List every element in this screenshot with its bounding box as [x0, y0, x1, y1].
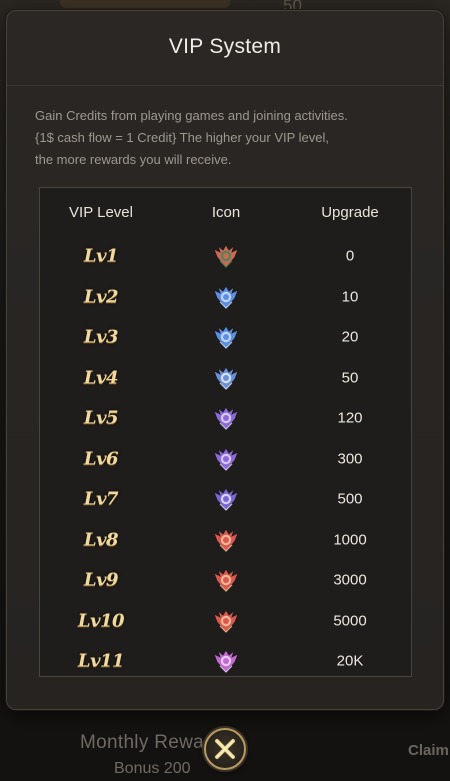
- title-divider: [7, 85, 443, 86]
- table-row: Lv3 20: [40, 317, 411, 357]
- vip-badge-purple-icon: [211, 486, 241, 512]
- background-bonus-label: Bonus 200: [114, 760, 191, 777]
- table-row: Lv5 120: [40, 398, 411, 438]
- description-line: the more rewards you will receive.: [35, 152, 232, 167]
- vip-badge-blue-icon: [211, 365, 241, 391]
- vip-level-label: Lv7: [83, 488, 119, 510]
- vip-badge-pink-icon: [211, 648, 241, 674]
- vip-badge-purple-icon: [211, 446, 241, 472]
- vip-description: Gain Credits from playing games and join…: [35, 105, 425, 171]
- table-row: Lv6 300: [40, 439, 411, 479]
- close-icon: [215, 739, 235, 759]
- description-line: Gain Credits from playing games and join…: [35, 108, 348, 123]
- background-monthly-label: Monthly Rewa: [80, 732, 204, 753]
- vip-badge-blue-icon: [211, 324, 241, 350]
- vip-level-label: Lv2: [83, 286, 119, 307]
- upgrade-value: 300: [337, 450, 363, 467]
- modal-title: VIP System: [168, 35, 282, 58]
- vip-badge-blue-icon: [211, 284, 241, 310]
- header-upgrade: Upgrade: [321, 204, 379, 221]
- upgrade-value: 1000: [333, 531, 367, 548]
- header-vip-level: VIP Level: [69, 204, 133, 221]
- vip-badge-red-icon: [211, 527, 241, 553]
- background-claim-button: Claim: [408, 742, 449, 759]
- table-header: VIP Level Icon Upgrade: [40, 204, 411, 224]
- background-banner: [60, 0, 230, 8]
- vip-badge-bronze-icon: [211, 243, 241, 269]
- table-row: Lv1 0: [40, 236, 411, 276]
- table-row: Lv9 3000: [40, 560, 411, 600]
- vip-level-label: Lv4: [83, 367, 119, 388]
- vip-level-label: Lv5: [83, 407, 119, 429]
- vip-level-label: Lv6: [83, 448, 119, 469]
- table-row: Lv4 50: [40, 358, 411, 398]
- upgrade-value: 20K: [336, 652, 364, 670]
- header-icon: Icon: [211, 204, 241, 221]
- table-row: Lv7 500: [40, 479, 411, 519]
- upgrade-value: 3000: [333, 571, 367, 589]
- upgrade-value: 500: [337, 490, 363, 508]
- vip-badge-purple-icon: [211, 405, 241, 431]
- upgrade-value: 10: [341, 288, 359, 305]
- upgrade-value: 120: [337, 409, 363, 427]
- vip-level-label: Lv10: [77, 610, 125, 631]
- upgrade-value: 0: [345, 247, 355, 265]
- upgrade-value: 50: [341, 369, 359, 386]
- vip-level-label: Lv3: [83, 326, 119, 348]
- table-row: Lv11 20K: [40, 641, 411, 681]
- vip-level-table: VIP Level Icon Upgrade Lv1 0 Lv2 10 Lv3 20 Lv4…: [39, 187, 412, 677]
- table-row: Lv8 1000: [40, 520, 411, 560]
- upgrade-value: 5000: [333, 612, 367, 629]
- close-button[interactable]: [204, 728, 246, 770]
- vip-level-label: Lv11: [77, 650, 125, 672]
- vip-level-label: Lv1: [83, 245, 119, 267]
- vip-system-modal: VIP System Gain Credits from playing gam…: [6, 10, 444, 710]
- vip-level-label: Lv8: [83, 529, 119, 550]
- vip-level-label: Lv9: [83, 569, 119, 591]
- description-line: {1$ cash flow = 1 Credit} The higher you…: [35, 130, 329, 145]
- table-row: Lv2 10: [40, 277, 411, 317]
- vip-badge-red-icon: [211, 567, 241, 593]
- upgrade-value: 20: [341, 328, 359, 346]
- vip-badge-red-icon: [211, 608, 241, 634]
- table-row: Lv10 5000: [40, 601, 411, 641]
